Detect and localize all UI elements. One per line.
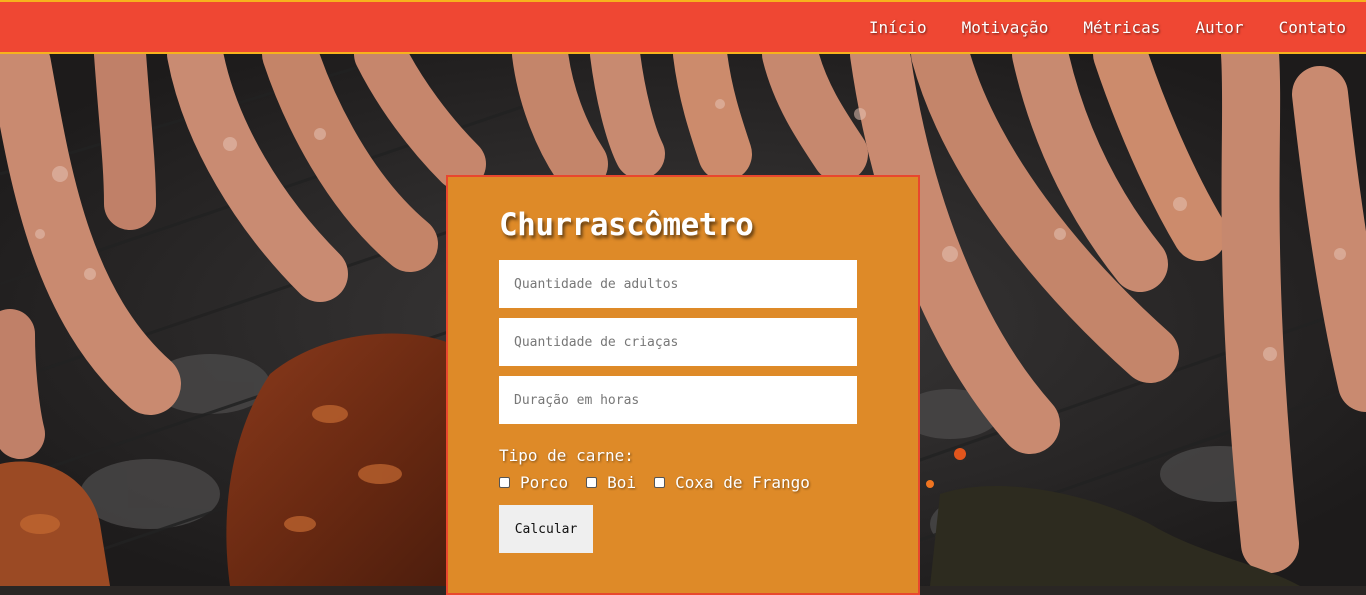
checkbox-porco[interactable] <box>499 477 510 488</box>
adults-quantity-input[interactable] <box>499 260 857 308</box>
nav-links: Início Motivação Métricas Autor Contato <box>834 2 1346 52</box>
nav-link-metricas[interactable]: Métricas <box>1083 18 1160 37</box>
nav-link-autor[interactable]: Autor <box>1195 18 1243 37</box>
meat-option-label: Porco <box>520 473 569 492</box>
meat-type-label: Tipo de carne: <box>499 446 634 465</box>
checkbox-boi[interactable] <box>586 477 598 488</box>
meat-option-label: Coxa de Frango <box>675 473 810 492</box>
meat-option-boi[interactable]: Boi <box>586 473 636 492</box>
meat-option-porco[interactable]: Porco <box>499 473 568 492</box>
nav-link-motivacao[interactable]: Motivação <box>962 18 1049 37</box>
meat-option-label: Boi <box>607 473 637 492</box>
meat-option-frango[interactable]: Coxa de Frango <box>654 473 810 492</box>
top-navbar: Início Motivação Métricas Autor Contato <box>0 0 1366 54</box>
duration-hours-input[interactable] <box>499 376 857 424</box>
calculate-button[interactable]: Calcular <box>499 505 593 553</box>
meat-options: Porco Boi Coxa de Frango <box>499 473 828 492</box>
nav-link-inicio[interactable]: Início <box>869 18 927 37</box>
page-title: Churrascômetro <box>499 207 754 243</box>
children-quantity-input[interactable] <box>499 318 857 366</box>
checkbox-frango[interactable] <box>654 477 666 488</box>
churrascometro-card: Churrascômetro Tipo de carne: Porco Boi … <box>446 175 920 595</box>
nav-link-contato[interactable]: Contato <box>1279 18 1346 37</box>
